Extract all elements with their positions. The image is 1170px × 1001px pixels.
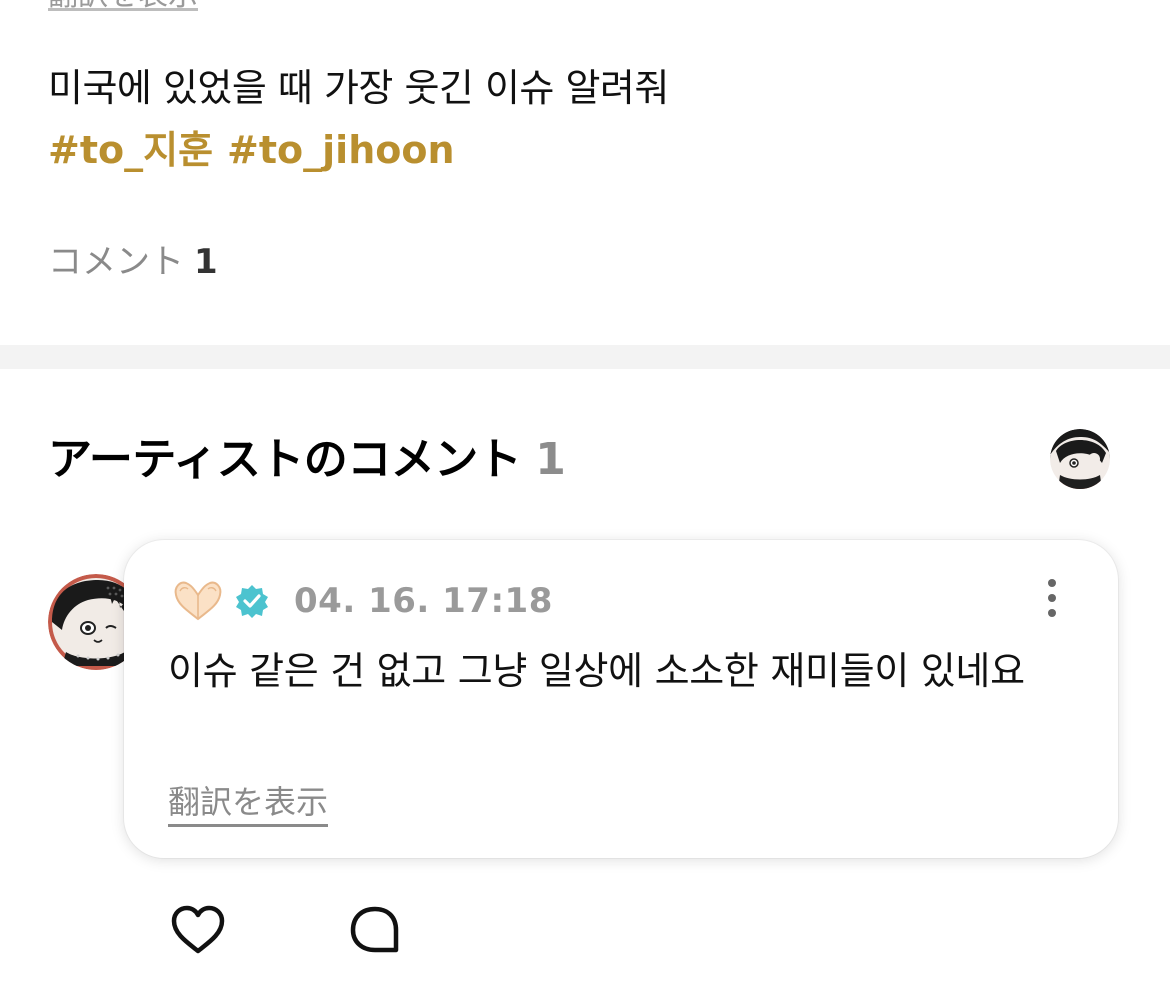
speech-bubble-icon[interactable] — [348, 904, 402, 956]
heart-outline-icon[interactable] — [170, 904, 226, 956]
comment-count-number: 1 — [194, 242, 218, 282]
comment-meta: 04. 16. 17:18 — [172, 576, 553, 626]
translate-link[interactable]: 翻訳を表示 — [168, 780, 329, 827]
artist-comment-card: 04. 16. 17:18 이슈 같은 건 없고 그냥 일상에 소소한 재미들이… — [124, 540, 1118, 858]
hashtag-link[interactable]: #to_jihoon — [227, 128, 454, 172]
verified-badge-icon — [234, 583, 270, 619]
post-body-text: 미국에 있었을 때 가장 웃긴 이슈 알려줘 — [48, 66, 669, 110]
heart-hands-icon — [172, 579, 224, 623]
translate-link-top[interactable]: 翻訳を表示 — [48, 0, 198, 11]
hashtag-link[interactable]: #to_지훈 — [48, 128, 213, 172]
artist-comments-heading: アーティストのコメント 1 — [48, 430, 566, 490]
artist-avatar-small[interactable] — [1050, 429, 1110, 489]
post-detail-page: 翻訳を表示 미국에 있었을 때 가장 웃긴 이슈 알려줘 #to_지훈 #to_j… — [0, 0, 1170, 1001]
hashtag-list: #to_지훈 #to_jihoon — [48, 124, 469, 176]
more-options-icon[interactable] — [1042, 578, 1062, 618]
section-divider — [0, 345, 1170, 369]
artist-comments-title: アーティストのコメント — [48, 434, 522, 485]
comment-count-label: コメント — [48, 242, 184, 282]
comment-timestamp: 04. 16. 17:18 — [294, 581, 553, 621]
comment-count[interactable]: コメント 1 — [48, 238, 218, 286]
artist-comments-count: 1 — [535, 434, 566, 485]
comment-body-text: 이슈 같은 건 없고 그냥 일상에 소소한 재미들이 있네요 — [168, 649, 1025, 693]
